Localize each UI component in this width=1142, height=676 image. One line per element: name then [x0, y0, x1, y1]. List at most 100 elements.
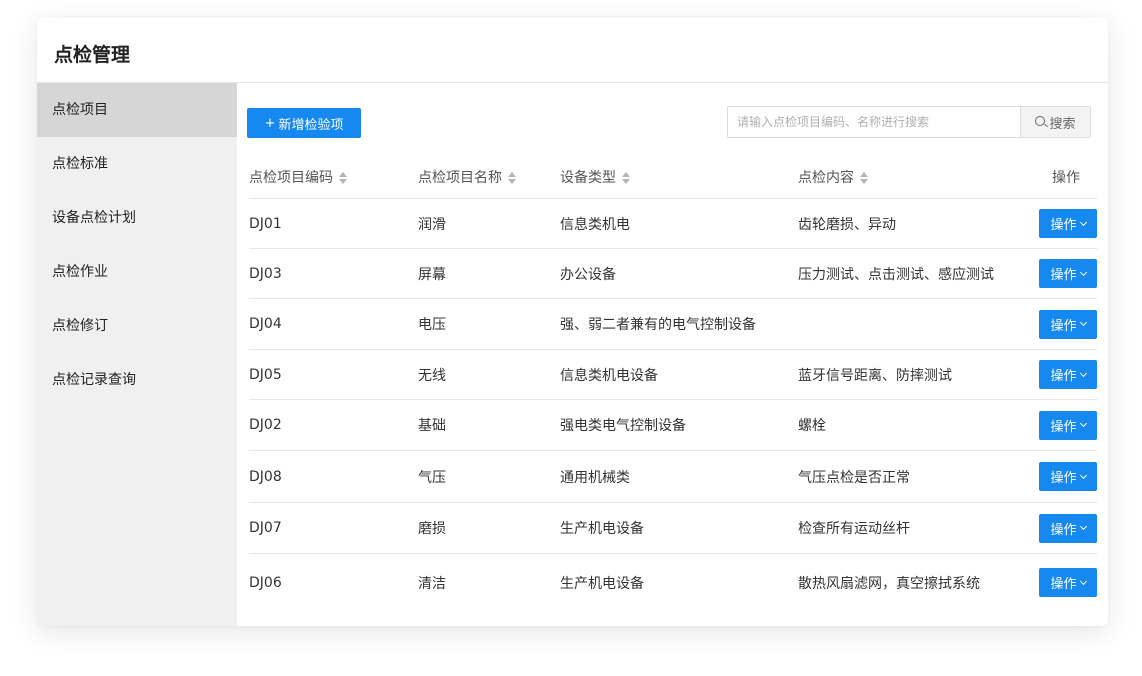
actions-label: 操作	[1050, 419, 1077, 435]
chevron-down-icon	[1079, 218, 1087, 226]
sidebar-item-inspection-revision[interactable]: 点检修订	[37, 299, 237, 353]
chevron-down-icon	[1079, 268, 1087, 276]
actions-label: 操作	[1050, 318, 1077, 334]
search-bar: 搜索	[727, 106, 1091, 138]
search-button-label: 搜索	[1049, 116, 1076, 132]
column-header-label: 操作	[1052, 169, 1080, 186]
cell-name: 磨损	[418, 502, 560, 554]
cell-code: DJ04	[249, 298, 418, 350]
cell-content: 检查所有运动丝杆	[798, 502, 1038, 554]
table-header-row: 点检项目编码 点检项目名称 设备类型 点检内容 操作	[249, 155, 1097, 199]
table-row: DJ04 电压 强、弱二者兼有的电气控制设备 操作	[249, 298, 1097, 350]
row-actions-dropdown[interactable]: 操作	[1039, 462, 1097, 491]
sidebar-item-inspection-items[interactable]: 点检项目	[37, 83, 237, 137]
sidebar-item-label: 点检作业	[52, 264, 108, 280]
cell-code: DJ06	[249, 574, 282, 591]
row-actions-dropdown[interactable]: 操作	[1039, 410, 1097, 440]
column-header-type[interactable]: 设备类型	[560, 155, 798, 199]
cell-type: 强电类电气控制设备	[560, 399, 798, 451]
cell-code: DJ03	[249, 248, 418, 299]
cell-actions: 操作	[1038, 399, 1097, 451]
cell-name: 气压	[418, 450, 560, 503]
table-row: DJ01 润滑 信息类机电 齿轮磨损、异动 操作	[249, 198, 1097, 249]
main-content: + 新增检验项 搜索 点检项目编码 点检项目名称 设备类型 点检内容 操作	[237, 83, 1108, 626]
row-actions-dropdown[interactable]: 操作	[1039, 209, 1097, 238]
cell-content	[798, 298, 1038, 350]
sidebar-item-label: 点检修订	[52, 318, 108, 334]
inspection-items-table: 点检项目编码 点检项目名称 设备类型 点检内容 操作 DJ01 润滑 信息类机电…	[249, 155, 1097, 612]
table-row: DJ02 基础 强电类电气控制设备 螺栓 操作	[249, 399, 1097, 451]
sort-icon[interactable]	[860, 171, 868, 185]
cell-name: 电压	[418, 298, 560, 350]
column-header-name[interactable]: 点检项目名称	[418, 155, 560, 199]
table-row: DJ06 清洁 生产机电设备 散热风扇滤网，真空擦拭系统 操作	[249, 554, 1097, 612]
cell-name: 润滑	[418, 198, 560, 249]
row-actions-dropdown[interactable]: 操作	[1039, 568, 1097, 598]
cell-actions: 操作	[1038, 502, 1097, 554]
add-inspection-item-button[interactable]: + 新增检验项	[247, 108, 361, 138]
cell-code: DJ08	[249, 450, 418, 503]
actions-label: 操作	[1050, 471, 1077, 486]
cell-actions: 操作	[1038, 450, 1097, 503]
cell-content: 螺栓	[798, 399, 1038, 451]
column-header-actions: 操作	[1038, 155, 1097, 199]
cell-name: 基础	[418, 399, 560, 451]
sidebar-item-label: 设备点检计划	[52, 210, 136, 226]
sidebar-item-label: 点检标准	[52, 156, 108, 172]
cell-type: 办公设备	[560, 248, 798, 299]
chevron-down-icon	[1079, 577, 1087, 585]
cell-type: 生产机电设备	[560, 502, 798, 554]
column-header-label: 点检项目编码	[249, 169, 333, 186]
cell-content: 压力测试、点击测试、感应测试	[798, 248, 1038, 299]
cell-name: 屏幕	[418, 248, 560, 299]
cell-type: 生产机电设备	[560, 575, 644, 592]
column-header-code[interactable]: 点检项目编码	[249, 155, 418, 199]
chevron-down-icon	[1079, 318, 1087, 327]
cell-type: 强、弱二者兼有的电气控制设备	[560, 298, 798, 350]
chevron-down-icon	[1079, 522, 1087, 531]
sidebar-item-inspection-jobs[interactable]: 点检作业	[37, 245, 237, 299]
actions-label: 操作	[1050, 218, 1077, 233]
cell-actions: 操作	[1038, 349, 1097, 400]
page-title: 点检管理	[54, 44, 131, 66]
cell-type: 信息类机电	[560, 198, 798, 249]
cell-code: DJ01	[249, 198, 418, 249]
cell-content: 蓝牙信号距离、防摔测试	[798, 349, 1038, 400]
sort-icon[interactable]	[508, 171, 516, 185]
table-row: DJ03 屏幕 办公设备 压力测试、点击测试、感应测试 操作	[249, 248, 1097, 299]
search-icon	[1035, 116, 1046, 126]
column-header-content[interactable]: 点检内容	[798, 155, 1038, 199]
search-input[interactable]	[728, 107, 1020, 137]
sidebar-item-inspection-standards[interactable]: 点检标准	[37, 137, 237, 191]
sidebar-item-inspection-records[interactable]: 点检记录查询	[37, 353, 237, 407]
cell-actions: 操作	[1038, 198, 1097, 249]
actions-label: 操作	[1050, 369, 1077, 384]
row-actions-dropdown[interactable]: 操作	[1039, 309, 1097, 339]
row-actions-dropdown[interactable]: 操作	[1039, 360, 1097, 389]
cell-type: 通用机械类	[560, 450, 798, 503]
row-actions-dropdown[interactable]: 操作	[1039, 513, 1097, 543]
chevron-down-icon	[1079, 369, 1087, 377]
actions-label: 操作	[1050, 522, 1077, 538]
sort-icon[interactable]	[339, 171, 347, 185]
chevron-down-icon	[1079, 419, 1087, 428]
cell-content: 气压点检是否正常	[798, 450, 1038, 503]
add-button-label: 新增检验项	[278, 117, 344, 133]
search-button[interactable]: 搜索	[1020, 107, 1090, 137]
cell-content: 散热风扇滤网，真空擦拭系统	[798, 575, 980, 592]
cell-code: DJ02	[249, 399, 418, 451]
cell-code: DJ07	[249, 502, 418, 554]
cell-actions: 操作	[1038, 298, 1097, 350]
cell-name: 无线	[418, 349, 560, 400]
table-row: DJ07 磨损 生产机电设备 检查所有运动丝杆 操作	[249, 502, 1097, 554]
sidebar-item-equipment-plan[interactable]: 设备点检计划	[37, 191, 237, 245]
card-header: 点检管理	[37, 18, 1108, 83]
cell-actions: 操作	[1038, 248, 1097, 299]
table-row: DJ08 气压 通用机械类 气压点检是否正常 操作	[249, 450, 1097, 503]
sort-icon[interactable]	[622, 171, 630, 185]
cell-code: DJ05	[249, 349, 418, 400]
cell-type: 信息类机电设备	[560, 349, 798, 400]
column-header-label: 点检项目名称	[418, 169, 502, 186]
row-actions-dropdown[interactable]: 操作	[1039, 259, 1097, 288]
cell-actions: 操作	[1038, 554, 1097, 612]
